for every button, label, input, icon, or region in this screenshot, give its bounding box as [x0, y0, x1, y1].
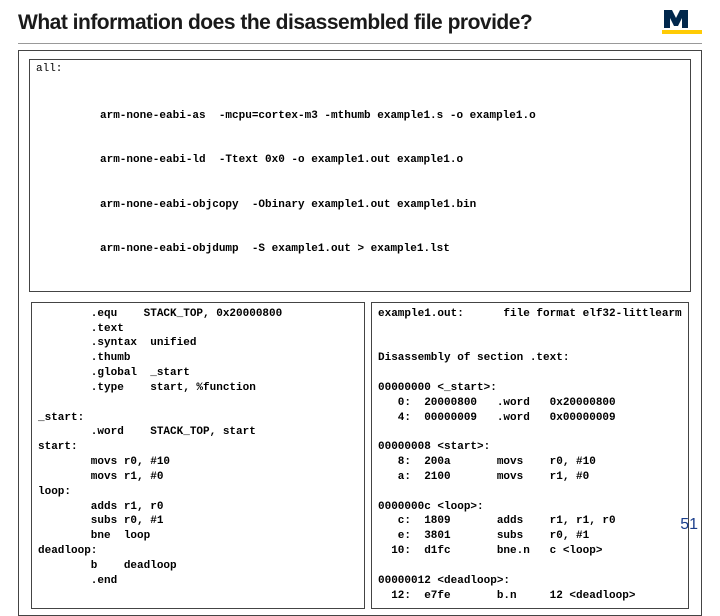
slide-title: What information does the disassembled f… [18, 11, 532, 35]
build-commands-box: all: arm-none-eabi-as -mcpu=cortex-m3 -m… [29, 59, 691, 292]
umich-logo [662, 8, 702, 37]
slide: What information does the disassembled f… [0, 0, 720, 540]
assembly-source: .equ STACK_TOP, 0x20000800 .text .syntax… [31, 302, 365, 609]
title-row: What information does the disassembled f… [18, 8, 702, 44]
content-box: all: arm-none-eabi-as -mcpu=cortex-m3 -m… [18, 50, 702, 616]
all-label: all: [36, 62, 62, 77]
cmd-objdump: arm-none-eabi-objdump -S example1.out > … [100, 242, 686, 257]
cmd-as: arm-none-eabi-as -mcpu=cortex-m3 -mthumb… [100, 109, 686, 124]
columns: .equ STACK_TOP, 0x20000800 .text .syntax… [25, 300, 695, 611]
cmd-ld: arm-none-eabi-ld -Ttext 0x0 -o example1.… [100, 153, 686, 168]
page-number: 51 [680, 516, 698, 534]
disassembly-output: example1.out: file format elf32-littlear… [371, 302, 689, 609]
cmd-objcopy: arm-none-eabi-objcopy -Obinary example1.… [100, 198, 686, 213]
